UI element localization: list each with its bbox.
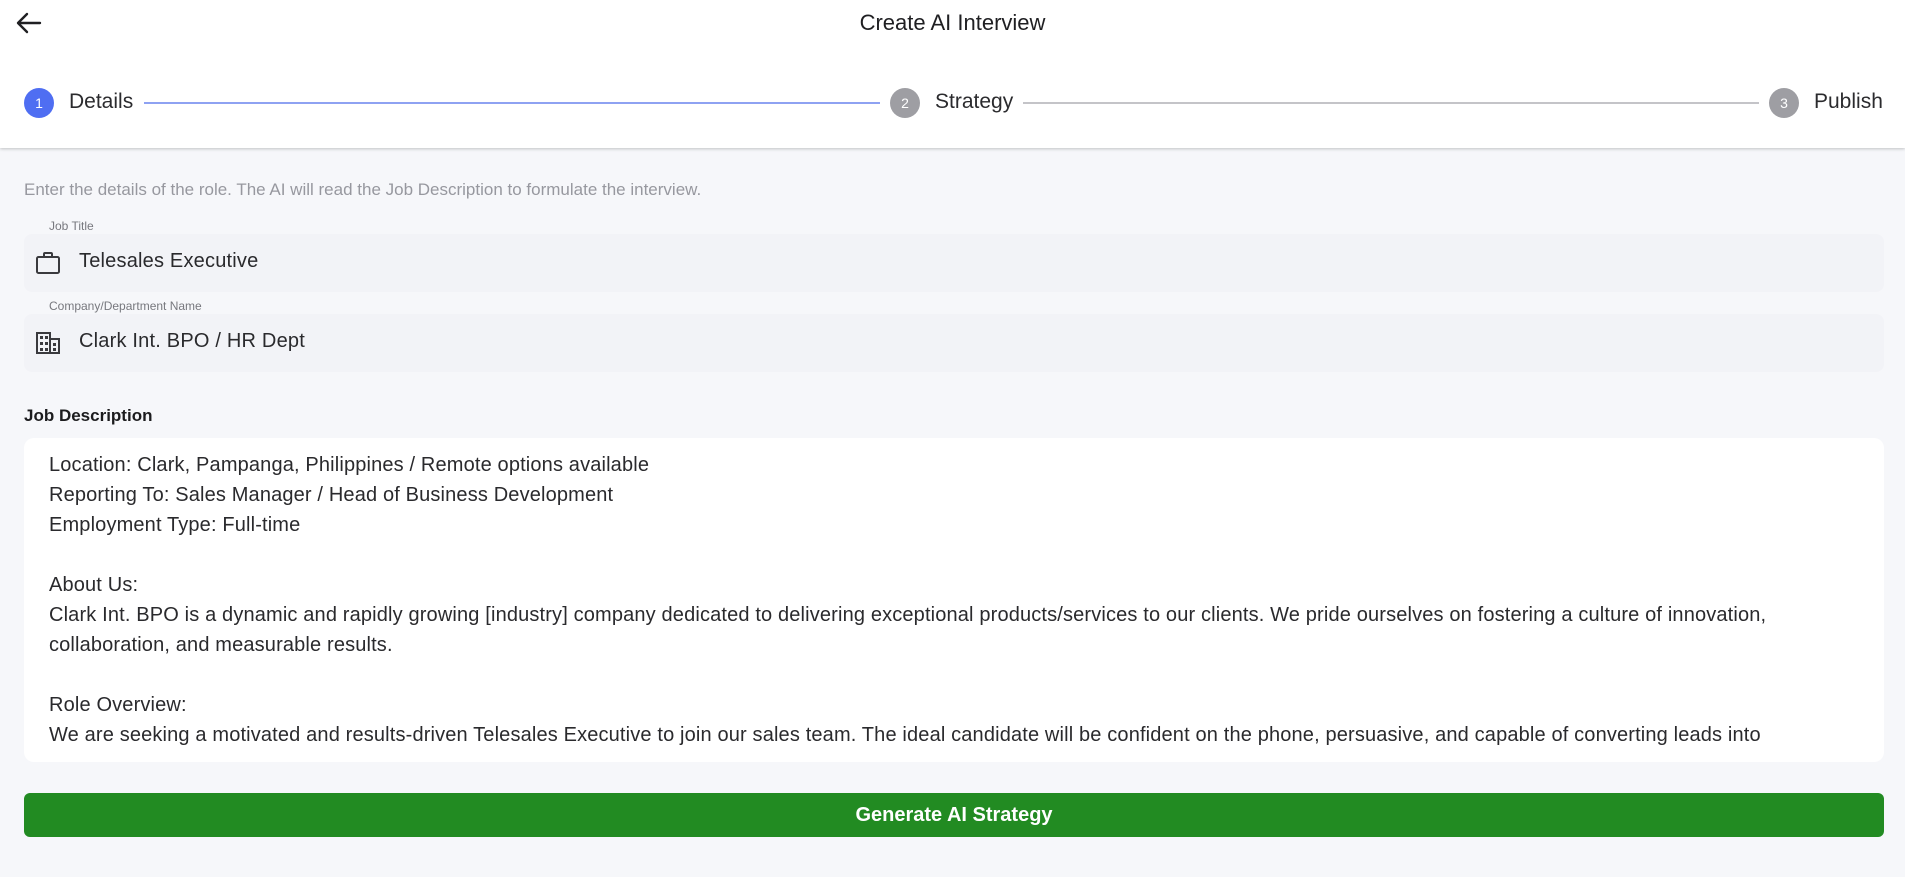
step-connector-1 (144, 102, 880, 104)
briefcase-icon (34, 249, 62, 277)
form-hint: Enter the details of the role. The AI wi… (24, 180, 702, 199)
company-input[interactable]: Clark Int. BPO / HR Dept (79, 330, 305, 353)
page-title: Create AI Interview (859, 10, 1046, 35)
step-2-number: 2 (901, 95, 909, 111)
step-1-number: 1 (35, 95, 43, 111)
step-connector-2 (1023, 102, 1759, 104)
job-title-input[interactable]: Telesales Executive (79, 250, 258, 273)
step-2-label[interactable]: Strategy (935, 90, 1013, 114)
step-3-indicator[interactable]: 3 (1769, 88, 1799, 118)
job-description-field[interactable]: Location: Clark, Pampanga, Philippines /… (24, 438, 1884, 762)
generate-ai-strategy-button[interactable]: Generate AI Strategy (24, 793, 1884, 837)
building-icon (34, 329, 62, 357)
job-description-textarea[interactable]: Location: Clark, Pampanga, Philippines /… (49, 450, 1859, 750)
job-title-field[interactable]: Job Title Telesales Executive (24, 219, 1884, 292)
job-title-label: Job Title (49, 219, 94, 233)
app-header: Create AI Interview 1 Details 2 Strategy… (0, 0, 1905, 148)
job-description-label: Job Description (24, 406, 153, 425)
step-3-label[interactable]: Publish (1814, 90, 1883, 114)
step-3-number: 3 (1780, 95, 1788, 111)
company-label: Company/Department Name (49, 299, 202, 313)
step-2-indicator[interactable]: 2 (890, 88, 920, 118)
step-1-label[interactable]: Details (69, 90, 133, 114)
stepper: 1 Details 2 Strategy 3 Publish (0, 86, 1905, 120)
company-field[interactable]: Company/Department Name Clark Int. BPO /… (24, 299, 1884, 372)
step-1-indicator[interactable]: 1 (24, 88, 54, 118)
